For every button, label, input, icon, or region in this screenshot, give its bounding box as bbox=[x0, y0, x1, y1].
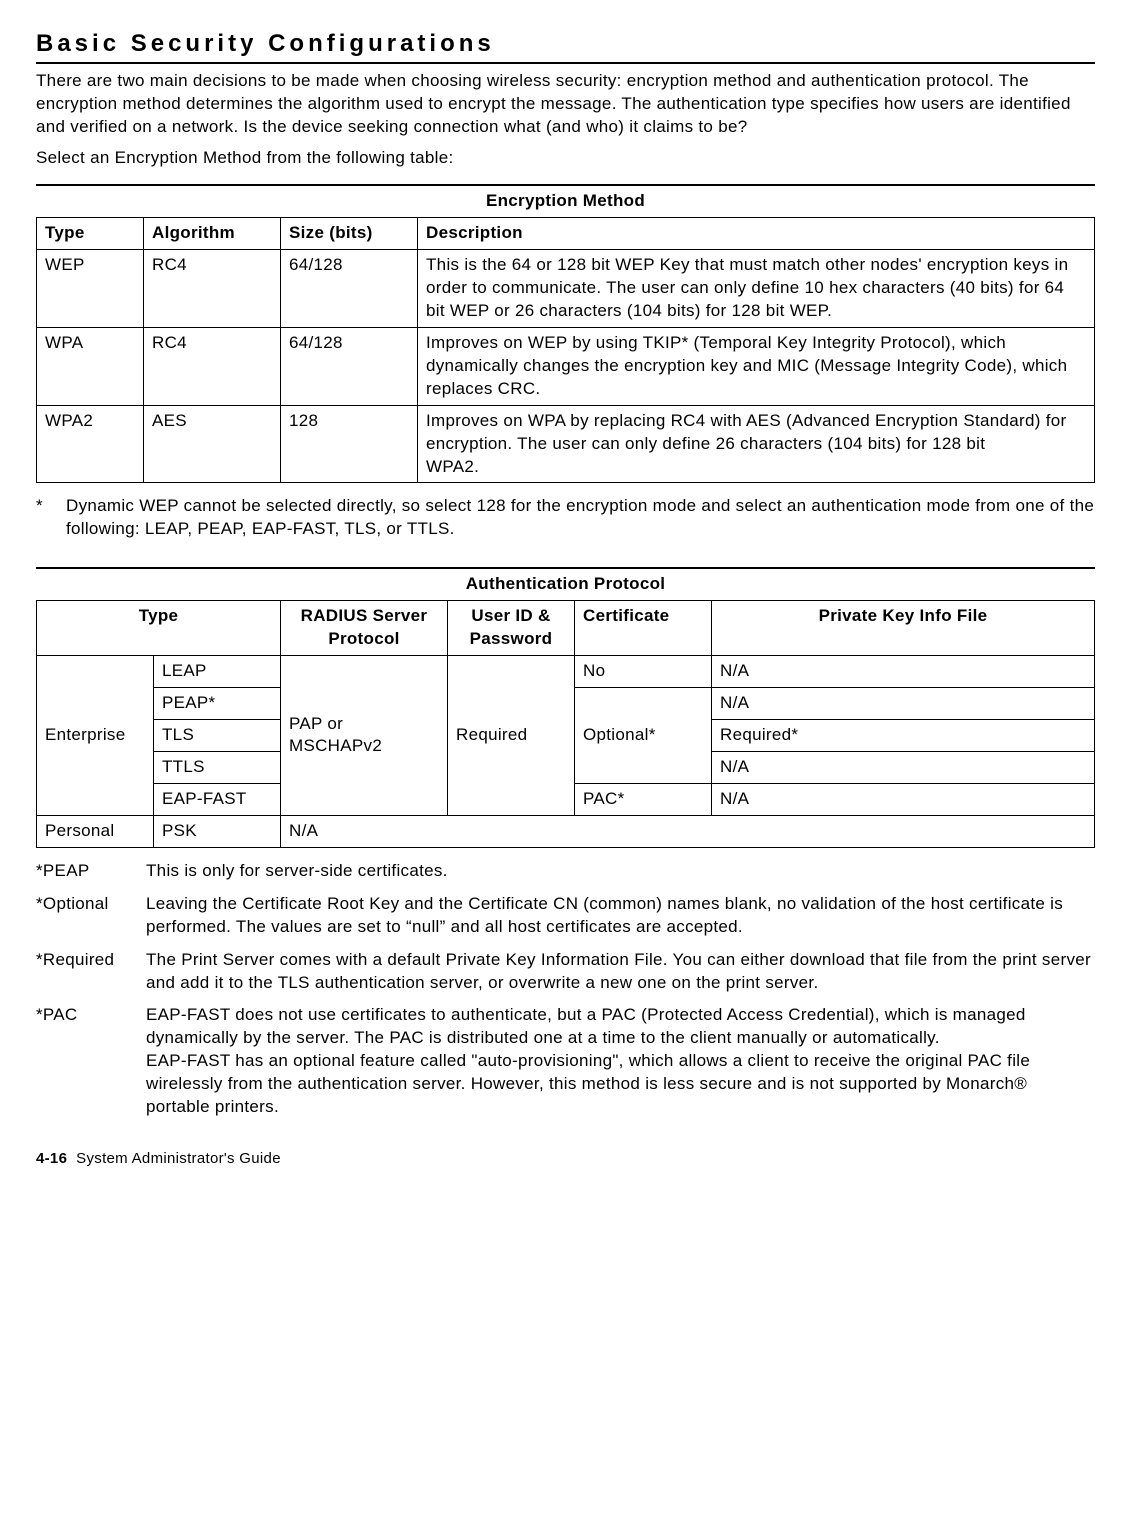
enc-cell: This is the 64 or 128 bit WEP Key that m… bbox=[418, 250, 1095, 328]
auth-personal-label: Personal bbox=[37, 815, 154, 847]
note-desc: EAP-FAST does not use certificates to au… bbox=[146, 1004, 1095, 1119]
footer-title: System Administrator's Guide bbox=[76, 1150, 281, 1167]
table-row: Personal PSK N/A bbox=[37, 815, 1095, 847]
auth-cell: TTLS bbox=[154, 751, 281, 783]
note-desc: This is only for server-side certificate… bbox=[146, 860, 1095, 883]
enc-cell: 64/128 bbox=[281, 327, 418, 405]
intro-paragraph-2: Select an Encryption Method from the fol… bbox=[36, 147, 1095, 170]
auth-header-certificate: Certificate bbox=[575, 601, 712, 656]
enc-cell: WEP bbox=[37, 250, 144, 328]
page-heading: Basic Security Configurations bbox=[36, 28, 1095, 64]
table-row: WEP RC4 64/128 This is the 64 or 128 bit… bbox=[37, 250, 1095, 328]
auth-cell: TLS bbox=[154, 720, 281, 752]
auth-cell: PAC* bbox=[575, 783, 712, 815]
auth-cell: N/A bbox=[712, 783, 1095, 815]
enc-cell: WPA bbox=[37, 327, 144, 405]
auth-header-type: Type bbox=[37, 601, 281, 656]
enc-header-description: Description bbox=[418, 218, 1095, 250]
enc-header-type: Type bbox=[37, 218, 144, 250]
note-label: *PEAP bbox=[36, 860, 146, 883]
auth-cell: LEAP bbox=[154, 656, 281, 688]
note-label: *Required bbox=[36, 949, 146, 995]
enc-cell: 64/128 bbox=[281, 250, 418, 328]
auth-cell: PEAP* bbox=[154, 688, 281, 720]
auth-cell: N/A bbox=[281, 815, 1095, 847]
auth-cell: Required* bbox=[712, 720, 1095, 752]
notes-section: *PEAP This is only for server-side certi… bbox=[36, 860, 1095, 1119]
note-desc: Leaving the Certificate Root Key and the… bbox=[146, 893, 1095, 939]
note-label: *PAC bbox=[36, 1004, 146, 1119]
auth-cert-merged: Optional* bbox=[575, 688, 712, 784]
enc-cell: Improves on WPA by replacing RC4 with AE… bbox=[418, 405, 1095, 483]
dynamic-wep-footnote: * Dynamic WEP cannot be selected directl… bbox=[36, 495, 1095, 541]
auth-enterprise-label: Enterprise bbox=[37, 656, 154, 816]
enc-cell: RC4 bbox=[144, 250, 281, 328]
auth-header-userid: User ID & Password bbox=[448, 601, 575, 656]
auth-caption: Authentication Protocol bbox=[36, 567, 1095, 600]
encryption-caption: Encryption Method bbox=[36, 184, 1095, 217]
table-row: Enterprise LEAP PAP or MSCHAPv2 Required… bbox=[37, 656, 1095, 688]
page-footer: 4-16 System Administrator's Guide bbox=[36, 1149, 1095, 1169]
encryption-method-table: Encryption Method Type Algorithm Size (b… bbox=[36, 184, 1095, 483]
auth-header-privatekey: Private Key Info File bbox=[712, 601, 1095, 656]
intro-paragraph-1: There are two main decisions to be made … bbox=[36, 70, 1095, 139]
footer-page-number: 4-16 bbox=[36, 1150, 67, 1167]
auth-cell: PSK bbox=[154, 815, 281, 847]
enc-header-size: Size (bits) bbox=[281, 218, 418, 250]
table-row: WPA2 AES 128 Improves on WPA by replacin… bbox=[37, 405, 1095, 483]
enc-cell: Improves on WEP by using TKIP* (Temporal… bbox=[418, 327, 1095, 405]
note-required: *Required The Print Server comes with a … bbox=[36, 949, 1095, 995]
auth-cell: N/A bbox=[712, 656, 1095, 688]
table-row: WPA RC4 64/128 Improves on WEP by using … bbox=[37, 327, 1095, 405]
auth-header-radius: RADIUS Server Protocol bbox=[281, 601, 448, 656]
enc-cell: AES bbox=[144, 405, 281, 483]
note-peap: *PEAP This is only for server-side certi… bbox=[36, 860, 1095, 883]
auth-cell: N/A bbox=[712, 751, 1095, 783]
enc-cell: RC4 bbox=[144, 327, 281, 405]
enc-header-algorithm: Algorithm bbox=[144, 218, 281, 250]
auth-userid-merged: Required bbox=[448, 656, 575, 816]
note-pac: *PAC EAP-FAST does not use certificates … bbox=[36, 1004, 1095, 1119]
authentication-protocol-table: Authentication Protocol Type RADIUS Serv… bbox=[36, 567, 1095, 847]
note-label: *Optional bbox=[36, 893, 146, 939]
auth-radius-merged: PAP or MSCHAPv2 bbox=[281, 656, 448, 816]
auth-cell: EAP-FAST bbox=[154, 783, 281, 815]
enc-cell: WPA2 bbox=[37, 405, 144, 483]
note-desc: The Print Server comes with a default Pr… bbox=[146, 949, 1095, 995]
enc-cell: 128 bbox=[281, 405, 418, 483]
footnote-mark: * bbox=[36, 495, 66, 541]
note-optional: *Optional Leaving the Certificate Root K… bbox=[36, 893, 1095, 939]
auth-cell: No bbox=[575, 656, 712, 688]
footnote-text: Dynamic WEP cannot be selected directly,… bbox=[66, 495, 1095, 541]
auth-cell: N/A bbox=[712, 688, 1095, 720]
